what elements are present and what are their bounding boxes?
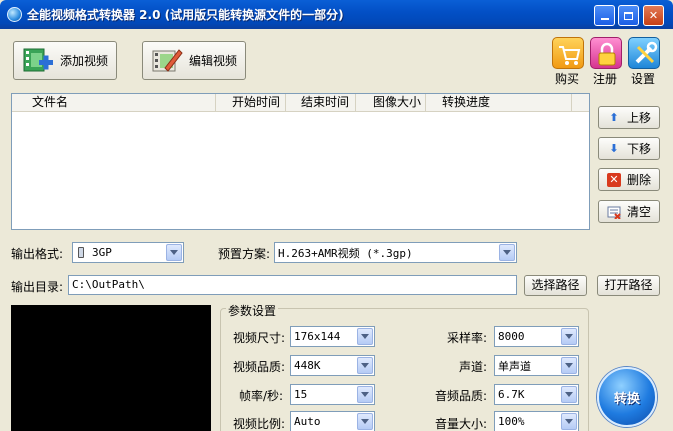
title-bar[interactable]: 全能视频格式转换器 2.0 (试用版只能转换源文件的一部分) ✕ bbox=[0, 0, 673, 29]
output-format-label: 输出格式: bbox=[11, 247, 64, 261]
buy-button[interactable] bbox=[552, 37, 584, 69]
volume-select[interactable]: 100% bbox=[494, 411, 579, 431]
file-list[interactable]: 文件名 开始时间 结束时间 图像大小 转换进度 bbox=[11, 93, 590, 230]
column-end-time[interactable]: 结束时间 bbox=[286, 94, 356, 112]
chevron-down-icon[interactable] bbox=[561, 357, 577, 374]
output-dir-input[interactable]: C:\OutPath\ bbox=[68, 275, 517, 295]
output-format-value: 3GP bbox=[92, 246, 112, 259]
window-title: 全能视频格式转换器 2.0 (试用版只能转换源文件的一部分) bbox=[27, 8, 344, 22]
samplerate-value: 8000 bbox=[498, 330, 525, 343]
maximize-icon bbox=[624, 11, 633, 20]
chevron-down-icon[interactable] bbox=[357, 386, 373, 403]
chevron-down-icon[interactable] bbox=[166, 244, 182, 261]
chevron-down-icon[interactable] bbox=[561, 386, 577, 403]
aspect-select[interactable]: Auto bbox=[290, 411, 375, 431]
video-size-select[interactable]: 176x144 bbox=[290, 326, 375, 347]
file-list-header: 文件名 开始时间 结束时间 图像大小 转换进度 bbox=[12, 94, 589, 112]
move-down-label: 下移 bbox=[627, 142, 652, 156]
audio-quality-label: 音频品质: bbox=[435, 389, 488, 403]
video-preview bbox=[11, 305, 211, 431]
chevron-down-icon[interactable] bbox=[357, 328, 373, 345]
register-label: 注册 bbox=[592, 72, 617, 86]
video-quality-value: 448K bbox=[294, 359, 321, 372]
clear-label: 清空 bbox=[627, 205, 652, 219]
arrow-up-icon: ⬆ bbox=[609, 111, 619, 124]
add-video-button[interactable]: 添加视频 bbox=[13, 41, 117, 80]
column-progress[interactable]: 转换进度 bbox=[426, 94, 572, 112]
minimize-icon bbox=[600, 17, 609, 20]
channel-value: 单声道 bbox=[498, 359, 531, 373]
preset-select[interactable]: H.263+AMR视频 (*.3gp) bbox=[274, 242, 517, 263]
aspect-label: 视频比例: bbox=[233, 417, 286, 431]
tools-icon bbox=[635, 41, 658, 64]
move-up-label: 上移 bbox=[627, 111, 652, 125]
edit-video-button[interactable]: 编辑视频 bbox=[142, 41, 246, 80]
framerate-value: 15 bbox=[294, 388, 308, 401]
output-dir-label: 输出目录: bbox=[11, 280, 64, 294]
channel-label: 声道: bbox=[459, 360, 488, 374]
aspect-value: Auto bbox=[294, 415, 321, 428]
column-start-time[interactable]: 开始时间 bbox=[216, 94, 286, 112]
clear-list-icon bbox=[607, 205, 621, 219]
settings-label: 设置 bbox=[630, 72, 655, 86]
edit-film-icon bbox=[151, 46, 183, 76]
move-down-button[interactable]: ⬇ 下移 bbox=[598, 137, 660, 160]
video-quality-label: 视频品质: bbox=[233, 360, 286, 374]
clear-button[interactable]: 清空 bbox=[598, 200, 660, 223]
volume-value: 100% bbox=[498, 415, 525, 428]
delete-button[interactable]: ✕ 删除 bbox=[598, 168, 660, 191]
column-filename[interactable]: 文件名 bbox=[12, 94, 216, 112]
chevron-down-icon[interactable] bbox=[561, 328, 577, 345]
video-quality-select[interactable]: 448K bbox=[290, 355, 375, 376]
chevron-down-icon[interactable] bbox=[561, 413, 577, 430]
delete-x-icon: ✕ bbox=[607, 172, 621, 187]
minimize-button[interactable] bbox=[594, 5, 615, 26]
channel-select[interactable]: 单声道 bbox=[494, 355, 579, 376]
framerate-select[interactable]: 15 bbox=[290, 384, 375, 405]
preset-label: 预置方案: bbox=[218, 247, 271, 261]
audio-quality-select[interactable]: 6.7K bbox=[494, 384, 579, 405]
column-image-size[interactable]: 图像大小 bbox=[356, 94, 426, 112]
chevron-down-icon[interactable] bbox=[499, 244, 515, 261]
samplerate-label: 采样率: bbox=[447, 331, 488, 345]
framerate-label: 帧率/秒: bbox=[239, 389, 284, 403]
cart-icon bbox=[559, 46, 581, 65]
lock-icon bbox=[598, 42, 616, 66]
register-button[interactable] bbox=[590, 37, 622, 69]
add-film-icon bbox=[22, 46, 54, 76]
chevron-down-icon[interactable] bbox=[357, 357, 373, 374]
arrow-down-icon: ⬇ bbox=[609, 142, 619, 155]
buy-label: 购买 bbox=[554, 72, 579, 86]
open-path-button[interactable]: 打开路径 bbox=[597, 275, 660, 296]
chevron-down-icon[interactable] bbox=[357, 413, 373, 430]
video-size-label: 视频尺寸: bbox=[233, 331, 286, 345]
video-size-value: 176x144 bbox=[294, 330, 341, 343]
preset-value: H.263+AMR视频 (*.3gp) bbox=[278, 246, 413, 260]
add-video-label: 添加视频 bbox=[60, 54, 109, 68]
delete-label: 删除 bbox=[627, 173, 652, 187]
app-icon bbox=[7, 7, 22, 22]
move-up-button[interactable]: ⬆ 上移 bbox=[598, 106, 660, 129]
edit-video-label: 编辑视频 bbox=[189, 54, 238, 68]
volume-label: 音量大小: bbox=[435, 417, 488, 431]
maximize-button[interactable] bbox=[618, 5, 639, 26]
phone-icon bbox=[78, 247, 84, 258]
convert-button[interactable]: 转换 bbox=[597, 367, 657, 427]
close-button[interactable]: ✕ bbox=[643, 5, 664, 26]
samplerate-select[interactable]: 8000 bbox=[494, 326, 579, 347]
audio-quality-value: 6.7K bbox=[498, 388, 525, 401]
params-legend: 参数设置 bbox=[226, 302, 279, 319]
close-icon: ✕ bbox=[648, 9, 659, 22]
output-format-select[interactable]: 3GP bbox=[72, 242, 184, 263]
settings-button[interactable] bbox=[628, 37, 660, 69]
choose-path-button[interactable]: 选择路径 bbox=[524, 275, 587, 296]
